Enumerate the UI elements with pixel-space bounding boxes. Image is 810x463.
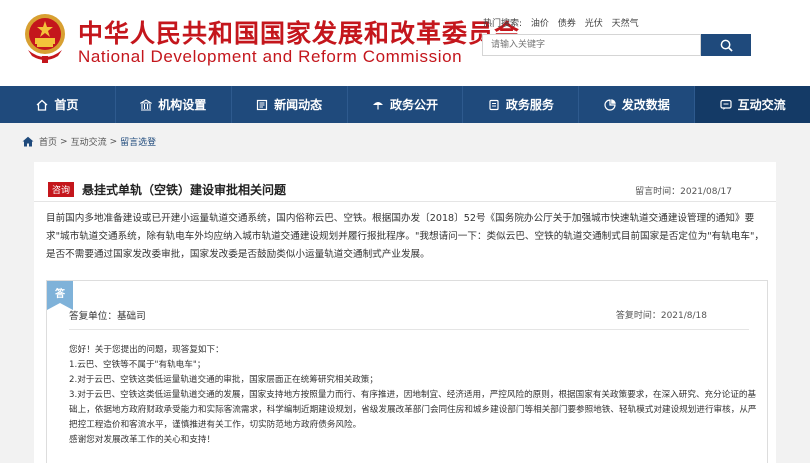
- breadcrumb-separator: >: [60, 136, 68, 147]
- nav-item-label: 互动交流: [737, 98, 786, 112]
- national-emblem-icon[interactable]: [22, 12, 68, 64]
- question-title: 悬挂式单轨（空铁）建设审批相关问题: [82, 183, 287, 197]
- answer-body: 您好！关于您提出的问题，现答复如下： 1.云巴、空铁等不属于"有轨电车"； 2.…: [69, 343, 759, 448]
- answer-line: 1.云巴、空铁等不属于"有轨电车"；: [69, 360, 206, 370]
- site-title-cn[interactable]: 中华人民共和国国家发展和改革委员会: [78, 14, 520, 50]
- nav-item-label: 机构设置: [158, 98, 207, 112]
- breadcrumb-separator: >: [109, 136, 118, 147]
- hot-search: 热门搜索: 油价 债券 光伏 天然气: [483, 16, 645, 29]
- site-header: 中华人民共和国国家发展和改革委员会 National Development a…: [0, 0, 810, 86]
- answer-date: 答复时间：2021/8/18: [615, 311, 707, 321]
- question-type-badge: 咨询: [48, 182, 75, 197]
- home-icon: [36, 99, 48, 111]
- nav-item-government-affairs[interactable]: 政务公开: [348, 86, 464, 123]
- answer-unit: 答复单位：基础司: [69, 311, 146, 322]
- breadcrumb-home[interactable]: 首页: [39, 135, 57, 148]
- site-title-en[interactable]: National Development and Reform Commissi…: [78, 47, 462, 67]
- main-nav: 首页 机构设置 新闻动态 政务公开 政务服务 发改数据 互动交流: [0, 86, 810, 123]
- hot-search-term[interactable]: 油价: [531, 19, 549, 29]
- hot-search-term[interactable]: 债券: [558, 19, 576, 29]
- breadcrumb-current[interactable]: 留言选登: [120, 135, 156, 148]
- nav-item-label: 新闻动态: [274, 98, 323, 112]
- search-icon: [720, 39, 733, 52]
- answer-panel: 答 答复单位：基础司 答复时间：2021/8/18 您好！关于您提出的问题，现答…: [46, 280, 768, 463]
- chart-icon: [604, 98, 616, 111]
- breadcrumb-interaction[interactable]: 互动交流: [71, 135, 107, 148]
- nav-item-label: 政务公开: [390, 98, 439, 112]
- nav-item-home[interactable]: 首页: [0, 86, 116, 123]
- answer-tag: 答: [47, 281, 73, 310]
- hot-search-label: 热门搜索:: [483, 19, 523, 29]
- answer-divider: [69, 329, 749, 330]
- answer-line: 感谢您对发展改革工作的关心和支持！: [69, 435, 216, 445]
- hot-search-term[interactable]: 光伏: [585, 19, 603, 29]
- nav-item-services[interactable]: 政务服务: [463, 86, 580, 123]
- nav-item-institution[interactable]: 机构设置: [116, 86, 232, 123]
- service-icon: [489, 99, 499, 110]
- breadcrumb: 首页 > 互动交流 > 留言选登: [22, 135, 156, 148]
- answer-line: 2.对于云巴、空铁这类低运量轨道交通的审批，国家层面正在统筹研究相关政策；: [69, 375, 378, 385]
- answer-line: 您好！关于您提出的问题，现答复如下：: [69, 345, 224, 355]
- message-card: 咨询 悬挂式单轨（空铁）建设审批相关问题 留言时间：2021/08/17 目前国…: [34, 162, 776, 463]
- umbrella-icon: [373, 101, 383, 109]
- answer-line: 3.对于云巴、空铁这类低运量轨道交通的发展，国家支持地方按照量力而行、有序推进，…: [69, 390, 757, 430]
- question-header: 咨询 悬挂式单轨（空铁）建设审批相关问题 留言时间：2021/08/17: [34, 162, 776, 202]
- nav-item-label: 首页: [54, 98, 79, 112]
- search-input[interactable]: [482, 34, 701, 56]
- nav-item-data[interactable]: 发改数据: [579, 86, 696, 123]
- nav-item-label: 政务服务: [505, 98, 554, 112]
- nav-item-label: 发改数据: [621, 98, 670, 112]
- question-date: 留言时间：2021/08/17: [635, 187, 732, 197]
- nav-item-interaction[interactable]: 互动交流: [695, 86, 810, 123]
- institution-icon: [140, 98, 153, 111]
- question-body: 目前国内多地准备建设或已开建小运量轨道交通系统，国内俗称云巴、空铁。根据国办发〔…: [46, 213, 764, 260]
- search-button[interactable]: [701, 34, 751, 56]
- chat-icon: [719, 99, 732, 110]
- news-icon: [257, 99, 268, 110]
- hot-search-term[interactable]: 天然气: [612, 19, 639, 29]
- nav-item-news[interactable]: 新闻动态: [232, 86, 348, 123]
- home-icon: [22, 136, 34, 147]
